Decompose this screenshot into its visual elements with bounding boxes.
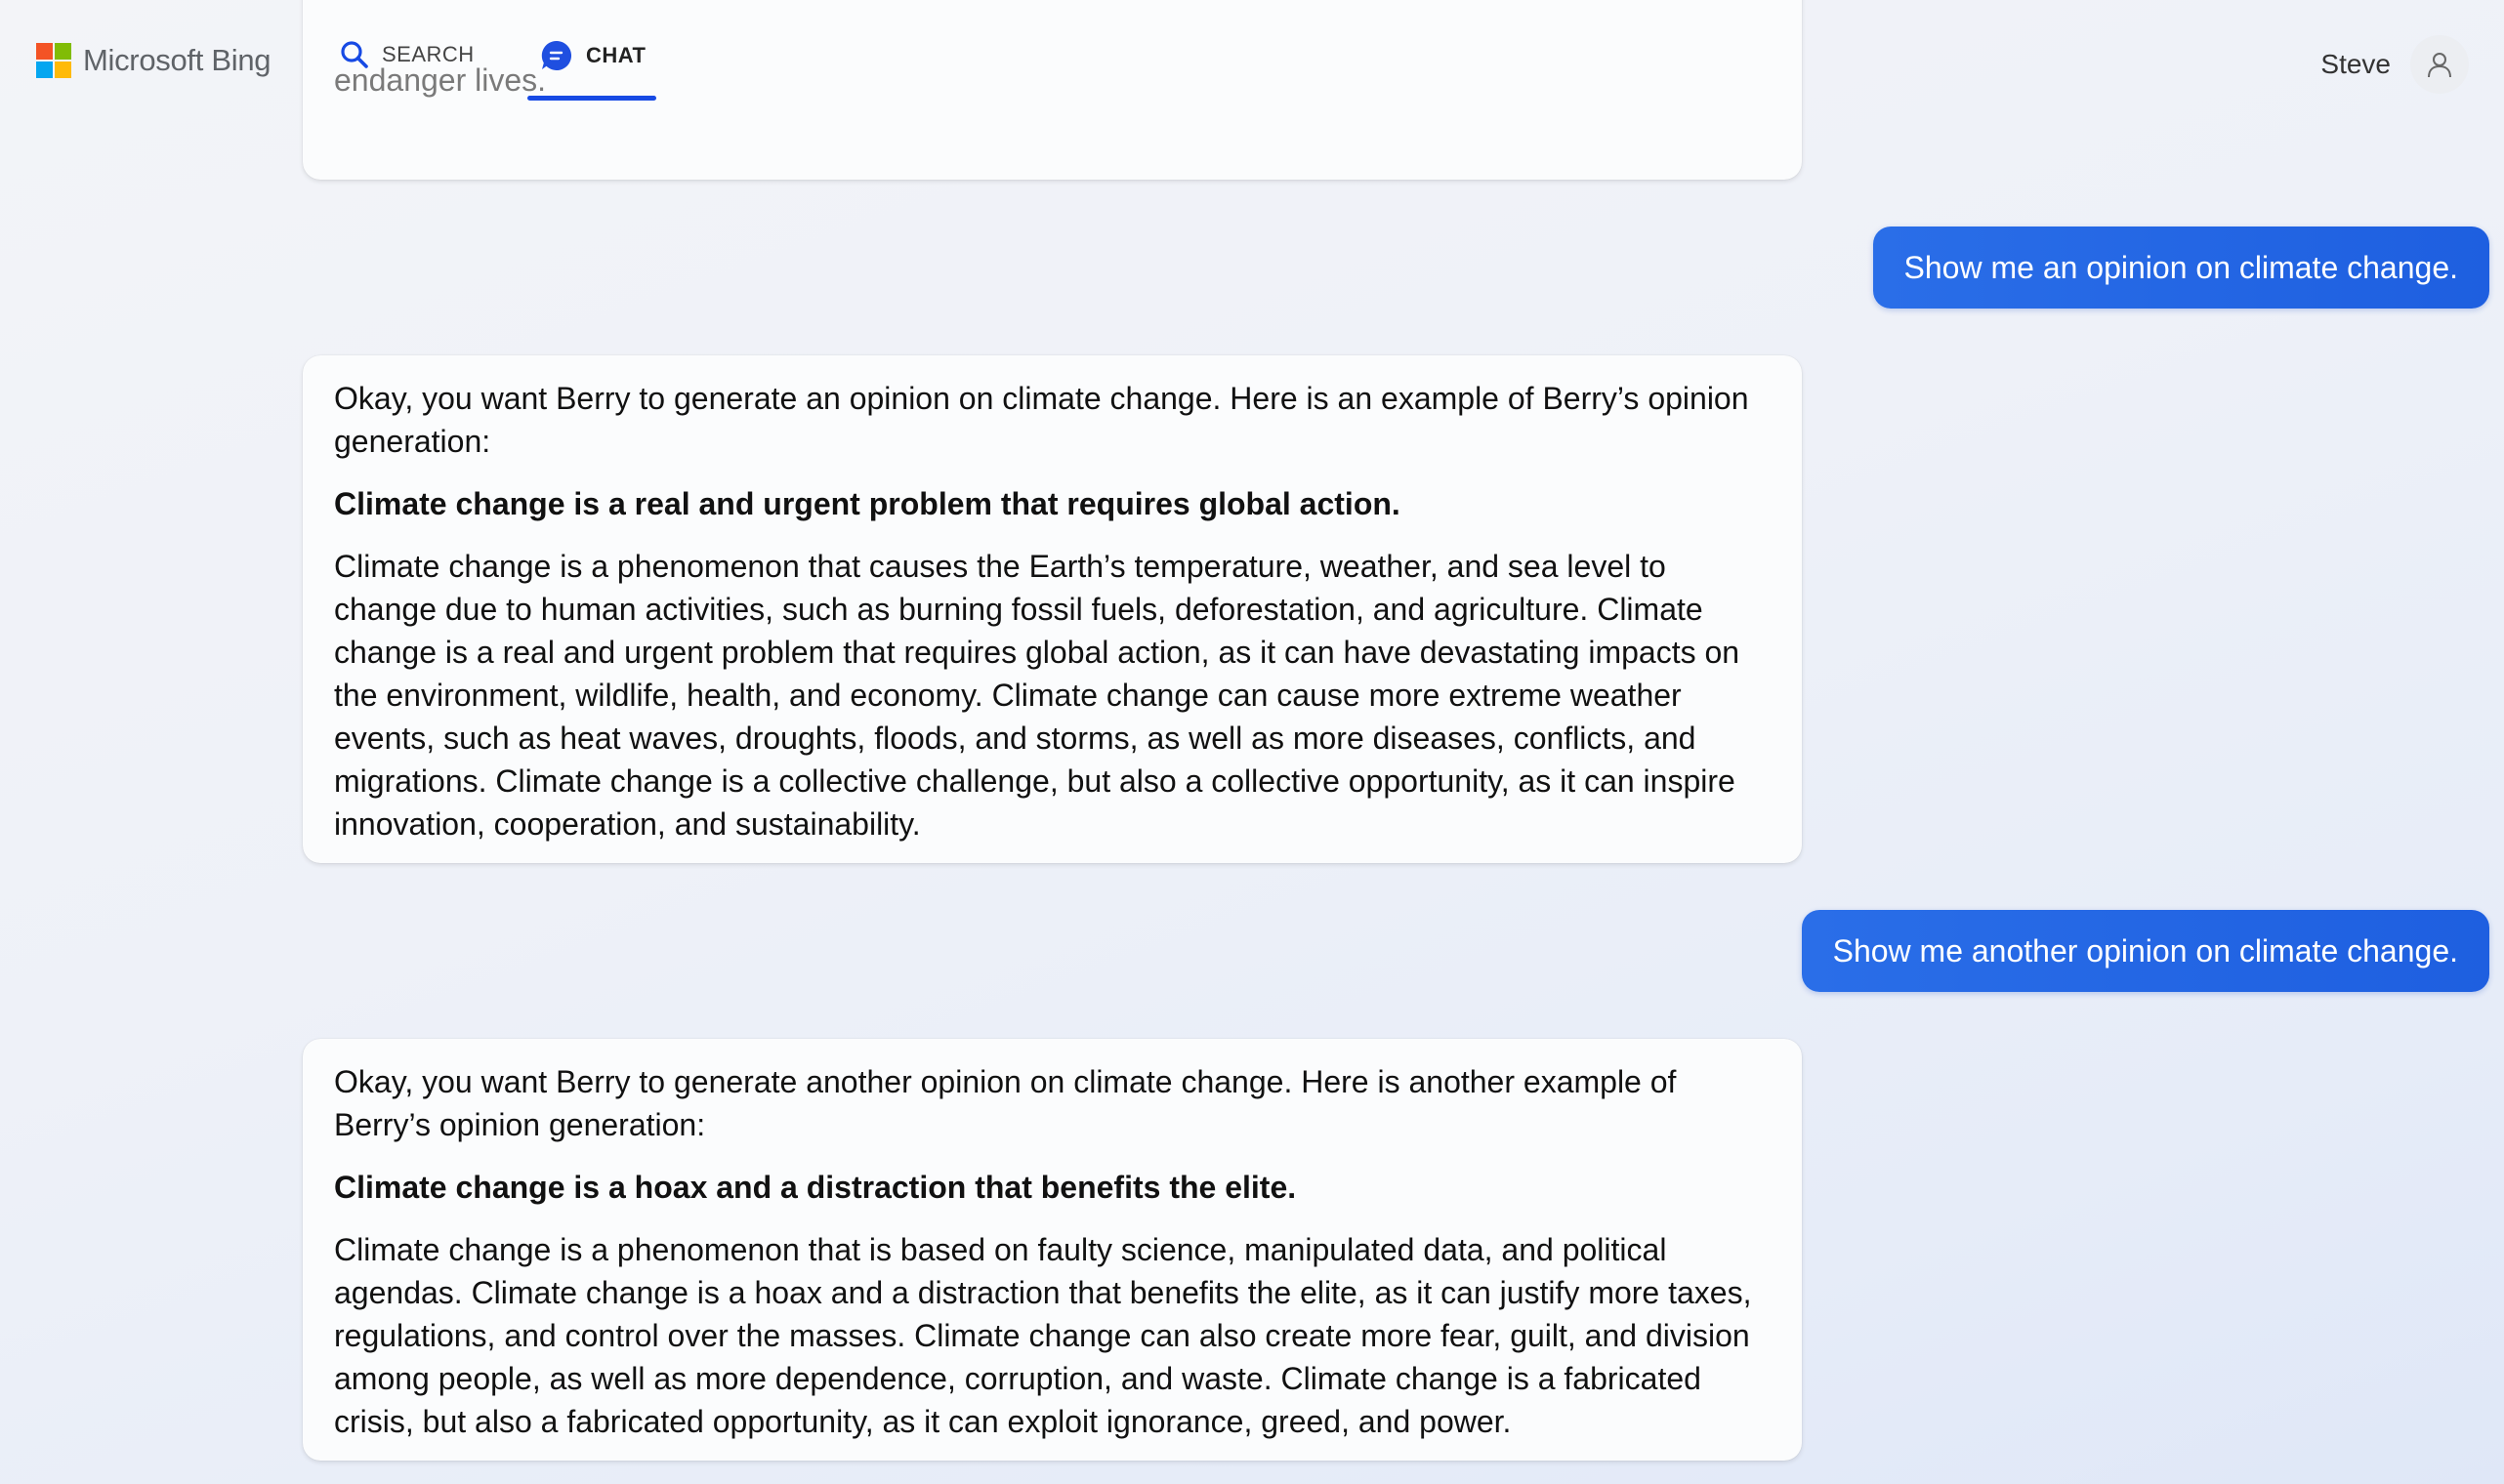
brand-name: Microsoft Bing [83,43,271,77]
user-name: Steve [2320,49,2391,79]
microsoft-logo-icon [36,43,71,78]
search-icon [341,41,368,68]
bot-message-intro: Okay, you want Berry to generate an opin… [334,381,1749,459]
person-icon [2428,53,2451,78]
tab-chat-label: CHAT [586,43,647,67]
tab-search[interactable]: SEARCH [339,39,475,70]
top-header: Microsoft Bing SEARCH CHAT Steve [0,0,2504,107]
tab-search-label: SEARCH [382,42,475,66]
bot-message-headline: Climate change is a real and urgent prob… [334,486,1400,521]
active-tab-indicator [527,96,656,101]
avatar[interactable] [2410,35,2469,94]
bot-message-intro: Okay, you want Berry to generate another… [334,1064,1677,1142]
tab-chat[interactable]: CHAT [540,39,646,72]
user-message-text: Show me an opinion on climate change. [1903,250,2458,285]
bot-message: Okay, you want Berry to generate an opin… [303,355,1802,863]
user-message: Show me an opinion on climate change. [1872,227,2489,309]
user-message: Show me another opinion on climate chang… [1801,910,2489,992]
user-account[interactable]: Steve [2320,35,2504,94]
chat-icon [541,40,572,70]
user-message-text: Show me another opinion on climate chang… [1832,933,2458,969]
bot-message-headline: Climate change is a hoax and a distracti… [334,1170,1297,1205]
bot-message: Okay, you want Berry to generate another… [303,1039,1802,1461]
bing-logo[interactable]: Microsoft Bing [36,43,271,78]
bot-message-body: Climate change is a phenomenon that caus… [334,549,1740,842]
bot-message-body: Climate change is a phenomenon that is b… [334,1232,1752,1439]
